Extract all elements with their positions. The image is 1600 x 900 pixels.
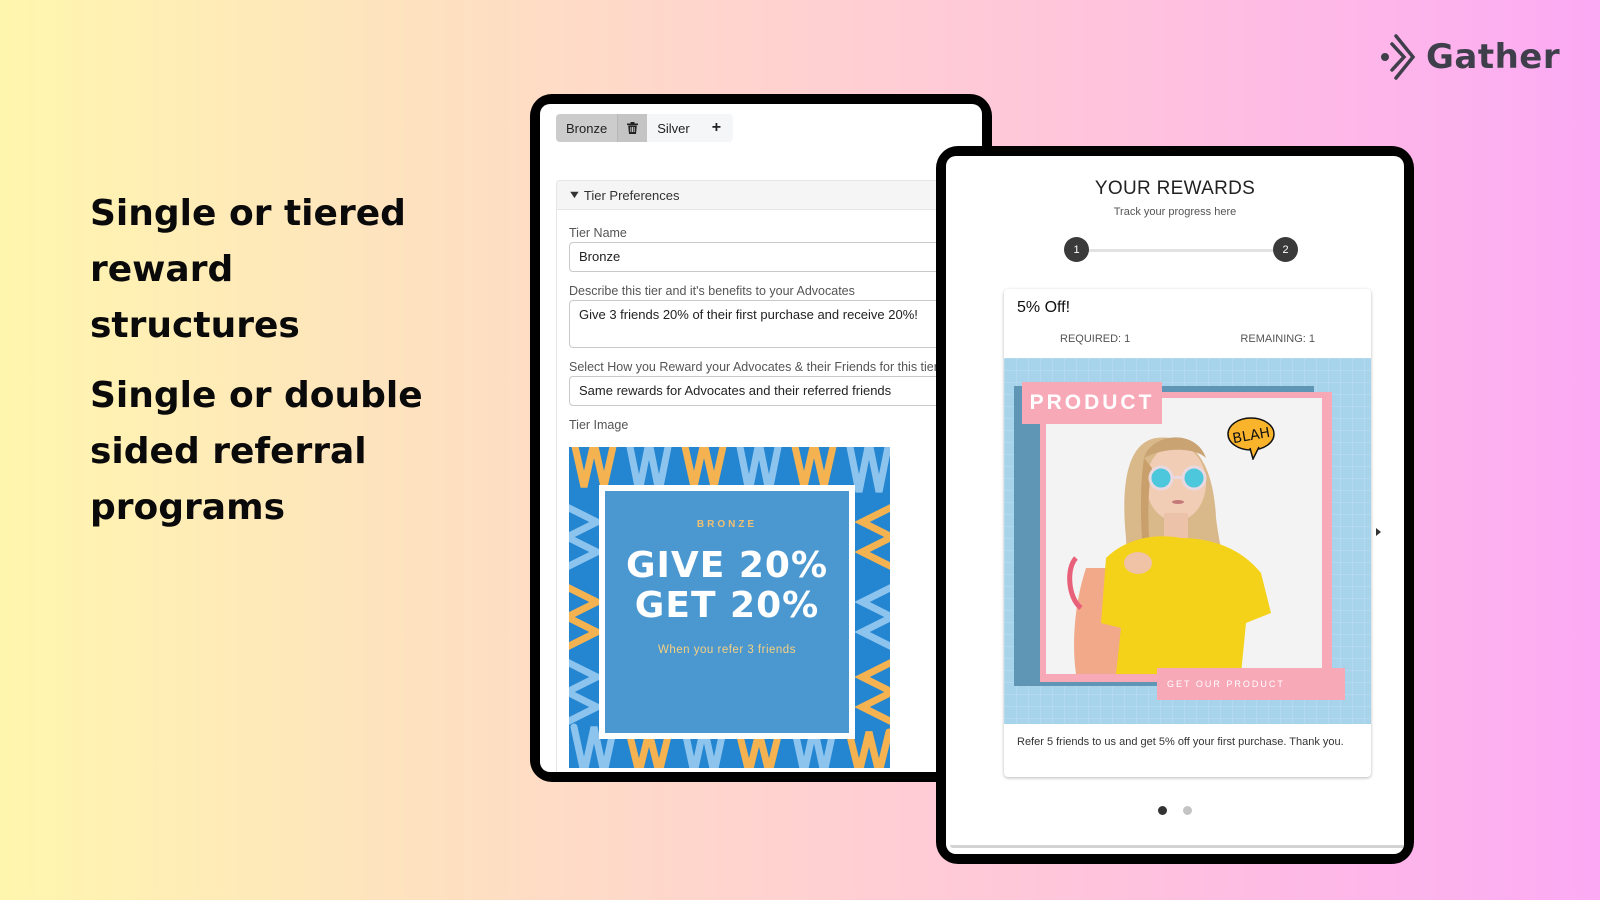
tier-editor-tablet: Bronze Silver + ▼ Tier Preferences Tier … xyxy=(530,94,992,782)
pagination-dot-2[interactable] xyxy=(1183,806,1192,815)
tier-name-label: Tier Name xyxy=(569,226,627,240)
next-arrow-icon[interactable] xyxy=(1376,528,1381,536)
headline-double-sided: Single or double sided referral programs xyxy=(90,375,423,528)
step-1[interactable]: 1 xyxy=(1064,237,1089,262)
add-tier-button[interactable]: + xyxy=(700,114,733,142)
product-tag: PRODUCT xyxy=(1022,382,1162,424)
reward-image: PRODUCT BLAH GET OUR PRODUCT xyxy=(1004,358,1371,724)
tier-name-input[interactable]: Bronze xyxy=(569,242,969,272)
tab-silver[interactable]: Silver xyxy=(647,114,700,142)
section-title: Tier Preferences xyxy=(583,187,680,203)
carousel-pagination xyxy=(946,806,1404,815)
progress-stepper: 1 2 xyxy=(1064,237,1298,263)
gather-logo-icon xyxy=(1381,34,1416,80)
reward-title: 5% Off! xyxy=(1017,299,1071,316)
tier-subtext: When you refer 3 friends xyxy=(658,644,796,656)
description-label: Describe this tier and it's benefits to … xyxy=(569,284,855,298)
step-connector xyxy=(1088,249,1274,252)
tier-tabs: Bronze Silver + xyxy=(556,114,734,142)
headline-tiered: Single or tiered reward structures xyxy=(90,193,406,346)
get-line: GET 20% xyxy=(634,585,820,626)
tier-promo-card: BRONZE GIVE 20% GET 20% When you refer 3… xyxy=(599,485,855,739)
remaining-count: REMAINING: 1 xyxy=(1240,333,1315,345)
trash-icon xyxy=(627,122,639,134)
speech-bubble-icon: BLAH xyxy=(1227,417,1275,460)
tier-editor-screen: Bronze Silver + ▼ Tier Preferences Tier … xyxy=(540,104,982,772)
bottom-divider xyxy=(950,845,1404,848)
get-product-cta[interactable]: GET OUR PRODUCT xyxy=(1157,668,1345,700)
tier-kicker: BRONZE xyxy=(696,519,758,530)
pagination-dot-1[interactable] xyxy=(1158,806,1167,815)
reward-type-select[interactable]: Same rewards for Advocates and their ref… xyxy=(569,376,969,406)
brand-name: Gather xyxy=(1426,37,1561,77)
chevron-down-icon: ▼ xyxy=(567,189,582,201)
rewards-tablet: YOUR REWARDS Track your progress here 1 … xyxy=(936,146,1414,864)
description-textarea[interactable]: Give 3 friends 20% of their first purcha… xyxy=(569,300,969,348)
reward-type-label: Select How you Reward your Advocates & t… xyxy=(569,360,938,374)
tier-preferences-header[interactable]: ▼ Tier Preferences xyxy=(556,180,976,210)
gather-logo: Gather xyxy=(1380,34,1560,80)
rewards-title: YOUR REWARDS xyxy=(1094,178,1256,199)
give-line: GIVE 20% xyxy=(625,545,829,586)
reward-card: 5% Off! REQUIRED: 1 REMAINING: 1 PRODUCT… xyxy=(1004,289,1371,777)
rewards-subtitle: Track your progress here xyxy=(1113,206,1237,218)
delete-tier-button[interactable] xyxy=(617,114,648,142)
rewards-screen: YOUR REWARDS Track your progress here 1 … xyxy=(946,156,1404,854)
tier-image[interactable]: BRONZE GIVE 20% GET 20% When you refer 3… xyxy=(569,447,890,768)
required-count: REQUIRED: 1 xyxy=(1060,333,1131,345)
tier-image-label: Tier Image xyxy=(569,418,629,432)
woman-illustration xyxy=(1067,437,1271,674)
plus-icon: + xyxy=(711,119,722,136)
reward-description: Refer 5 friends to us and get 5% off you… xyxy=(1017,736,1344,748)
tab-bronze[interactable]: Bronze xyxy=(556,114,618,142)
step-2[interactable]: 2 xyxy=(1273,237,1298,262)
model-photo xyxy=(1046,398,1322,674)
